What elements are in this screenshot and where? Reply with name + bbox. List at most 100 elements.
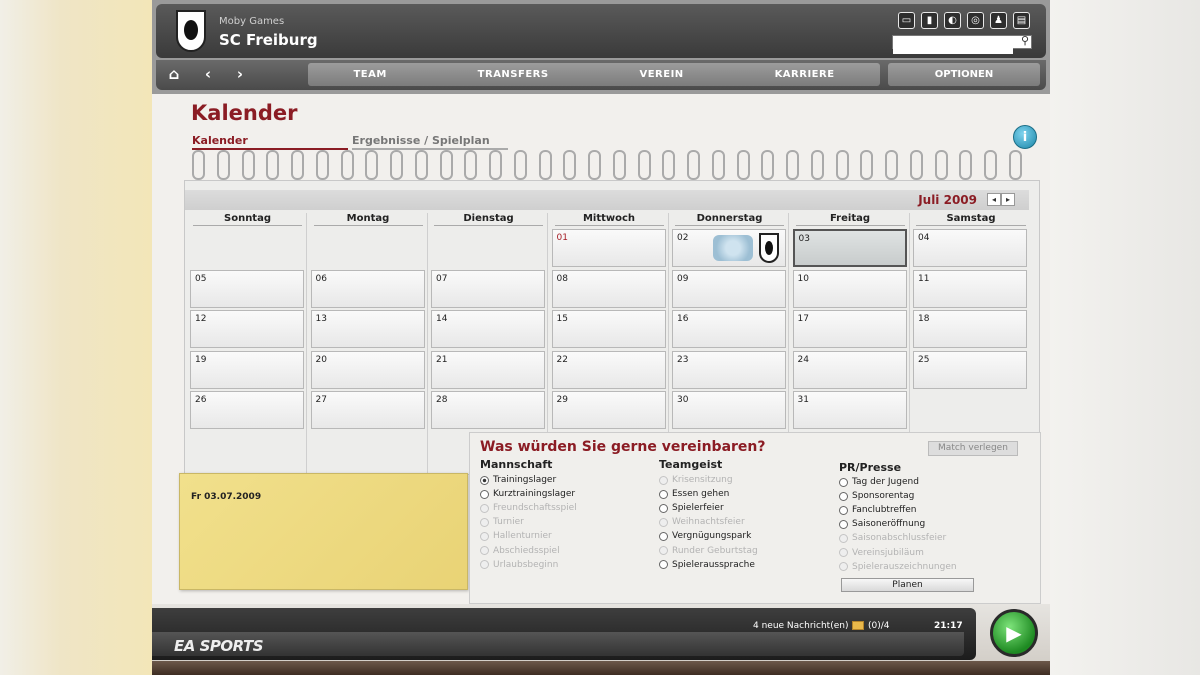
option-item: Krisensitzung [659, 475, 733, 485]
calendar-day-cell[interactable]: 16 [672, 310, 786, 348]
calendar-day-cell[interactable]: 08 [551, 269, 666, 308]
radio-button[interactable] [839, 491, 848, 501]
calendar-day-cell[interactable]: 24 [792, 350, 907, 389]
option-item[interactable]: Essen gehen [659, 489, 729, 499]
tab-ergebnisse[interactable]: Ergebnisse / Spielplan [352, 134, 508, 150]
calendar-day-cell[interactable]: 07 [431, 269, 545, 308]
day-number: 19 [195, 354, 207, 365]
option-item[interactable]: Fanclubtreffen [839, 505, 916, 515]
moon-icon[interactable]: ◐ [944, 12, 961, 29]
home-icon[interactable]: ⌂ [164, 65, 184, 83]
option-item[interactable]: Vergnügungspark [659, 531, 751, 541]
menu-karriere[interactable]: KARRIERE [775, 69, 835, 80]
menu-team[interactable]: TEAM [353, 69, 386, 80]
calendar-day-cell[interactable]: 26 [190, 391, 304, 429]
calendar-day-cell[interactable]: 27 [310, 391, 425, 429]
radio-button[interactable] [839, 477, 848, 487]
calendar-day-cell[interactable]: 18 [913, 310, 1027, 348]
spiral-coil [810, 150, 824, 180]
calendar-day-cell[interactable]: 04 [913, 229, 1027, 267]
option-label: Weihnachtsfeier [672, 517, 745, 528]
calendar-day-cell[interactable]: 31 [792, 391, 907, 429]
mail-icon[interactable] [852, 621, 864, 630]
prev-month-icon[interactable]: ◂ [987, 193, 1001, 206]
club-crest-icon [759, 233, 779, 263]
calendar-day-cell[interactable]: 25 [913, 350, 1027, 389]
weekday-header: Donnerstag [675, 213, 784, 226]
radio-button [480, 531, 489, 541]
spiral-coil [835, 150, 849, 180]
calendar-day-cell[interactable]: 10 [792, 269, 907, 308]
plan-button[interactable]: Planen [841, 578, 974, 592]
calendar-day-cell[interactable]: 28 [431, 391, 545, 429]
calendar-day-cell[interactable]: 17 [792, 310, 907, 348]
option-item[interactable]: Sponsorentag [839, 491, 914, 501]
stats-icon[interactable]: ▮ [921, 12, 938, 29]
radio-button[interactable] [839, 519, 848, 529]
option-item[interactable]: Trainingslager [480, 475, 556, 485]
calendar-day-cell[interactable]: 30 [672, 391, 786, 429]
calendar-day-cell[interactable]: 11 [913, 269, 1027, 308]
next-month-icon[interactable]: ▸ [1001, 193, 1015, 206]
search-box: ⚲ [892, 34, 1032, 54]
back-arrow-icon[interactable]: ‹ [198, 65, 218, 83]
calendar-day-cell[interactable]: 15 [551, 310, 666, 348]
calendar-day-cell[interactable]: 13 [310, 310, 425, 348]
calendar-day-cell[interactable]: 05 [190, 269, 304, 308]
radio-button[interactable] [659, 489, 668, 499]
search-icon[interactable]: ⚲ [1021, 34, 1029, 47]
tab-kalender[interactable]: Kalender [192, 134, 348, 150]
day-number: 21 [436, 354, 448, 365]
spiral-coil [909, 150, 923, 180]
calendar-day-cell[interactable]: 21 [431, 350, 545, 389]
calendar-day-cell[interactable]: 14 [431, 310, 545, 348]
weekday-header: Mittwoch [554, 213, 664, 226]
option-item[interactable]: Spieleraussprache [659, 560, 755, 570]
people-icon[interactable]: ♟ [990, 12, 1007, 29]
globe-icon[interactable]: ◎ [967, 12, 984, 29]
radio-button[interactable] [659, 560, 668, 570]
calendar-day-cell[interactable]: 29 [551, 391, 666, 429]
option-label: Freundschaftsspiel [493, 503, 577, 514]
group-title: Mannschaft [480, 458, 553, 471]
move-match-button[interactable]: Match verlegen [928, 441, 1018, 456]
calendar-day-cell[interactable]: 02 [672, 229, 786, 267]
messages-text[interactable]: 4 neue Nachricht(en) [753, 621, 848, 631]
day-number: 22 [556, 354, 568, 365]
option-item[interactable]: Kurztrainingslager [480, 489, 575, 499]
calendar-day-cell[interactable]: 09 [672, 269, 786, 308]
radio-button[interactable] [480, 489, 489, 499]
menu-verein[interactable]: VEREIN [639, 69, 683, 80]
club-crest-icon [176, 10, 206, 52]
radio-button[interactable] [659, 531, 668, 541]
calendar-day-cell[interactable]: 12 [190, 310, 304, 348]
radio-button[interactable] [480, 475, 489, 485]
toolbar-icons: ▭ ▮ ◐ ◎ ♟ ▤ [898, 12, 1030, 29]
option-label: Runder Geburtstag [672, 545, 758, 556]
calendar-day-cell[interactable]: 19 [190, 350, 304, 389]
day-number: 11 [918, 273, 930, 284]
main-menu: TEAM TRANSFERS VEREIN KARRIERE [308, 63, 880, 86]
options-button[interactable]: OPTIONEN [888, 63, 1040, 86]
forward-arrow-icon[interactable]: › [230, 65, 250, 83]
calendar-day-cell[interactable]: 23 [672, 350, 786, 389]
calendar-day-cell[interactable]: 03 [792, 229, 907, 267]
calendar-day-cell[interactable]: 22 [551, 350, 666, 389]
day-number: 09 [677, 273, 689, 284]
search-input[interactable] [893, 42, 1013, 54]
screen-icon[interactable]: ▭ [898, 12, 915, 29]
weekday-header: Montag [313, 213, 423, 226]
radio-button[interactable] [839, 505, 848, 515]
option-item[interactable]: Spielerfeier [659, 503, 724, 513]
radio-button[interactable] [659, 503, 668, 513]
calendar-day-cell[interactable]: 01 [551, 229, 666, 267]
option-item[interactable]: Tag der Jugend [839, 477, 919, 487]
calendar-day-cell[interactable]: 20 [310, 350, 425, 389]
menu-transfers[interactable]: TRANSFERS [478, 69, 549, 80]
document-icon[interactable]: ▤ [1013, 12, 1030, 29]
option-item[interactable]: Saisoneröffnung [839, 519, 925, 529]
option-item: Weihnachtsfeier [659, 517, 745, 527]
info-icon[interactable]: i [1013, 125, 1037, 149]
continue-play-button[interactable]: ▶ [990, 609, 1038, 657]
calendar-day-cell[interactable]: 06 [310, 269, 425, 308]
